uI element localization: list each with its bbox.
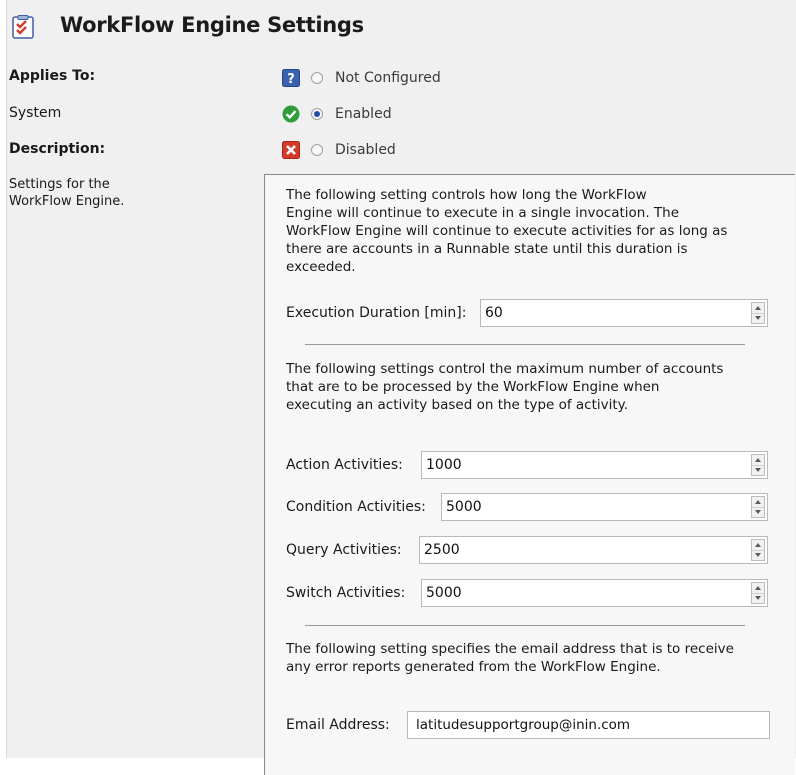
question-icon: ? <box>282 69 300 87</box>
intro-paragraph: The following setting controls how long … <box>286 186 727 276</box>
query-activities-value: 2500 <box>424 542 460 558</box>
email-paragraph: The following setting specifies the emai… <box>286 640 734 676</box>
error-x-icon <box>282 141 300 159</box>
action-activities-value: 1000 <box>426 457 462 473</box>
switch-activities-value: 5000 <box>426 585 462 601</box>
applies-to-value: System <box>9 105 62 121</box>
execution-duration-label: Execution Duration [min]: <box>286 305 467 321</box>
checklist-icon <box>12 15 34 39</box>
state-enabled[interactable]: Enabled <box>282 103 392 125</box>
execution-duration-stepper[interactable]: 60 <box>480 299 768 327</box>
spin-down-button[interactable] <box>752 550 764 560</box>
condition-activities-value: 5000 <box>446 499 482 515</box>
intro-line: The following setting controls how long … <box>286 187 647 203</box>
spin-buttons <box>751 302 765 324</box>
spin-buttons <box>751 454 765 476</box>
not-configured-label: Not Configured <box>335 70 441 86</box>
condition-activities-stepper[interactable]: 5000 <box>441 493 768 521</box>
email-line: any error reports generated from the Wor… <box>286 659 661 675</box>
switch-activities-label: Switch Activities: <box>286 585 406 601</box>
spin-down-button[interactable] <box>752 507 764 517</box>
email-address-label: Email Address: <box>286 717 390 733</box>
spin-down-button[interactable] <box>752 313 764 323</box>
spin-buttons <box>751 539 765 561</box>
disabled-label: Disabled <box>335 142 396 158</box>
page-title: WorkFlow Engine Settings <box>60 13 364 37</box>
action-activities-stepper[interactable]: 1000 <box>421 451 768 479</box>
email-address-field[interactable]: latitudesupportgroup@inin.com <box>407 711 770 739</box>
check-circle-icon <box>282 105 300 123</box>
spin-buttons <box>751 496 765 518</box>
query-activities-stepper[interactable]: 2500 <box>419 536 768 564</box>
spin-down-button[interactable] <box>752 593 764 603</box>
activities-line: that are to be processed by the WorkFlow… <box>286 379 660 395</box>
divider <box>305 625 745 626</box>
activities-line: executing an activity based on the type … <box>286 397 629 413</box>
state-disabled[interactable]: Disabled <box>282 139 396 161</box>
state-not-configured[interactable]: ? Not Configured <box>282 67 441 89</box>
execution-duration-value: 60 <box>485 305 503 321</box>
intro-line: Engine will continue to execute in a sin… <box>286 205 680 221</box>
activities-paragraph: The following settings control the maxim… <box>286 360 723 414</box>
svg-text:?: ? <box>287 72 295 87</box>
description-value: Settings for the WorkFlow Engine. <box>9 177 125 209</box>
email-address-value: latitudesupportgroup@inin.com <box>416 717 631 733</box>
condition-activities-label: Condition Activities: <box>286 499 426 515</box>
email-line: The following setting specifies the emai… <box>286 641 734 657</box>
enabled-radio[interactable] <box>311 108 323 120</box>
query-activities-label: Query Activities: <box>286 542 402 558</box>
activities-line: The following settings control the maxim… <box>286 361 724 377</box>
spin-buttons <box>751 582 765 604</box>
not-configured-radio[interactable] <box>311 72 323 84</box>
applies-to-label: Applies To: <box>9 68 96 84</box>
disabled-radio[interactable] <box>311 144 323 156</box>
enabled-label: Enabled <box>335 106 392 122</box>
divider <box>305 344 745 345</box>
spin-down-button[interactable] <box>752 465 764 475</box>
switch-activities-stepper[interactable]: 5000 <box>421 579 768 607</box>
intro-line: there are accounts in a Runnable state u… <box>286 241 688 257</box>
intro-line: exceeded. <box>286 259 356 275</box>
action-activities-label: Action Activities: <box>286 457 403 473</box>
description-label: Description: <box>9 141 106 157</box>
intro-line: WorkFlow Engine will continue to execute… <box>286 223 728 239</box>
